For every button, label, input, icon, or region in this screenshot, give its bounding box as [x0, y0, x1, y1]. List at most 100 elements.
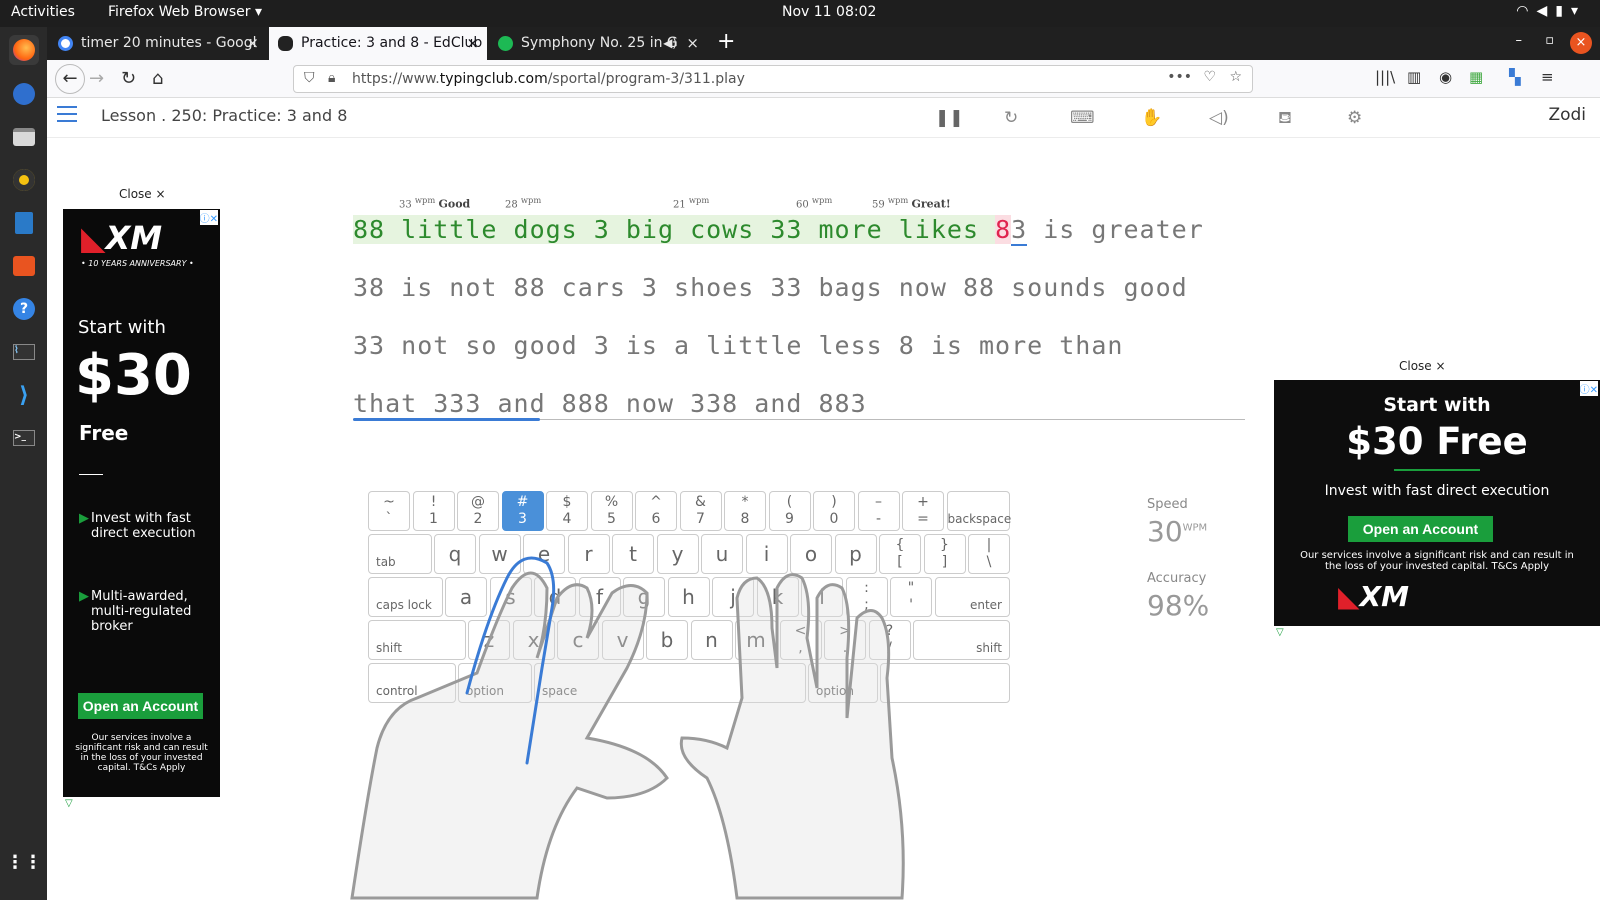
keyboard-icon[interactable]: ⌨: [1070, 108, 1095, 128]
key-blank: [880, 663, 1010, 703]
maximize-icon[interactable]: ▫: [1545, 33, 1554, 48]
key-x: x: [512, 620, 555, 660]
right-ad[interactable]: ⓘ✕ Start with $30 Free Invest with fast …: [1274, 380, 1600, 626]
menu-icon[interactable]: ≡: [1541, 68, 1554, 86]
bookmark-star-icon[interactable]: ☆: [1229, 69, 1242, 85]
account-icon[interactable]: ◉: [1439, 68, 1452, 86]
ad-close-button[interactable]: Close ×: [1399, 359, 1446, 373]
key-control: control: [368, 663, 456, 703]
software-icon[interactable]: [9, 251, 39, 281]
left-ad[interactable]: ⓘ✕ ◣XM • 10 YEARS ANNIVERSARY • Start wi…: [63, 209, 220, 797]
minimize-icon[interactable]: –: [1516, 33, 1523, 48]
writer-icon[interactable]: [9, 208, 39, 238]
ad-amount: $30: [75, 343, 192, 408]
ad-start-with: Start with: [78, 317, 166, 338]
clock[interactable]: Nov 11 08:02: [782, 4, 876, 20]
forward-icon[interactable]: →: [89, 68, 104, 89]
ad-amount: $30 Free: [1346, 420, 1528, 463]
ad-disclaimer: Our services involve a significant risk …: [75, 733, 208, 773]
url-bar[interactable]: ⛉ 🔒︎ https://www.typingclub.com/sportal/…: [293, 65, 1253, 93]
navigation-bar: ← → ↻ ⌂ ⛉ 🔒︎ https://www.typingclub.com/…: [47, 60, 1600, 98]
tab-timer[interactable]: timer 20 minutes - Googl ×: [49, 27, 267, 60]
url-path: /sportal/program-3/311.play: [547, 71, 745, 87]
key-m: m: [735, 620, 777, 660]
key-option-right: option: [808, 663, 878, 703]
back-icon[interactable]: ←: [55, 64, 85, 94]
remaining-text: is greater: [1027, 215, 1204, 244]
key-0: ) 0: [813, 491, 855, 531]
key-shift-right: shift: [913, 620, 1010, 660]
tab-title: Symphony No. 25 in G: [521, 35, 678, 51]
extension-icon[interactable]: ▦: [1469, 68, 1483, 86]
accuracy-value: 98%: [1147, 589, 1210, 622]
sidebar-icon[interactable]: ▥: [1407, 68, 1421, 86]
home-icon[interactable]: ⌂: [152, 68, 163, 89]
tab-spotify[interactable]: Symphony No. 25 in G ◀) ×: [489, 27, 707, 60]
key-o: o: [790, 534, 832, 574]
close-window-icon[interactable]: ×: [1570, 32, 1592, 54]
key-space: space: [534, 663, 806, 703]
key-k: k: [756, 577, 799, 617]
ad-info-icon[interactable]: ⓘ✕: [199, 210, 218, 225]
thunderbird-icon[interactable]: [9, 79, 39, 109]
rhythmbox-icon[interactable]: [9, 165, 39, 195]
activities-button[interactable]: Activities: [11, 4, 75, 20]
firefox-icon[interactable]: [9, 35, 39, 65]
terminal-icon[interactable]: >_: [9, 423, 39, 453]
key-1: ! 1: [412, 491, 455, 531]
paint-bucket-icon[interactable]: ⛾: [1278, 108, 1292, 130]
vscode-icon[interactable]: ⟩: [9, 380, 39, 410]
key-r: r: [567, 534, 610, 574]
open-account-button[interactable]: Open an Account: [78, 693, 203, 719]
key-tab: tab: [368, 534, 432, 574]
hamburger-menu-icon[interactable]: [57, 106, 77, 122]
app-menu[interactable]: Firefox Web Browser ▾: [108, 4, 262, 20]
user-name[interactable]: Zodi: [1548, 105, 1586, 125]
ad-divider: [1394, 469, 1480, 471]
ad-close-button[interactable]: Close ×: [119, 187, 166, 201]
settings-gear-icon[interactable]: ⚙: [1347, 108, 1362, 128]
key-2: @2: [457, 491, 499, 531]
url-prefix: https://www.: [352, 71, 440, 87]
system-monitor-icon[interactable]: ⌇: [9, 337, 39, 367]
restart-icon[interactable]: ↻: [1004, 108, 1018, 128]
tab-practice[interactable]: Practice: 3 and 8 - EdClub ×: [269, 27, 487, 60]
key-enter: enter: [934, 577, 1010, 617]
pocket-icon[interactable]: ♡: [1203, 69, 1216, 85]
key-t: t: [612, 534, 654, 574]
open-account-button[interactable]: Open an Account: [1348, 516, 1493, 542]
ad-disclaimer: Our services involve a significant risk …: [1300, 550, 1574, 572]
files-icon[interactable]: [9, 122, 39, 152]
speed-label: Speed: [1147, 497, 1188, 512]
key-v: v: [601, 620, 644, 660]
tab-title: Practice: 3 and 8 - EdClub: [301, 35, 483, 51]
key-`: ~ `: [368, 491, 410, 531]
wpm-marker: 60 wpm: [796, 195, 833, 211]
reload-icon[interactable]: ↻: [121, 68, 136, 89]
key-shift-left: shift: [368, 620, 466, 660]
ad-feedback-icon[interactable]: ▽: [1276, 627, 1284, 638]
volume-icon: ◀: [1536, 3, 1556, 19]
speaker-icon[interactable]: ◀): [663, 36, 677, 50]
error-char: 8: [995, 215, 1012, 244]
ad-start-with: Start with: [1383, 394, 1491, 416]
ad-subtitle: Invest with fast direct execution: [1324, 483, 1550, 499]
app-grid-icon[interactable]: ⋮⋮: [6, 847, 42, 877]
accuracy-label: Accuracy: [1147, 571, 1207, 586]
close-icon[interactable]: ×: [246, 34, 259, 52]
ad-feedback-icon[interactable]: ▽: [65, 798, 73, 809]
sound-icon[interactable]: ◁): [1209, 108, 1229, 128]
app-menu-label: Firefox Web Browser: [108, 4, 251, 20]
pause-icon[interactable]: ❚❚: [935, 108, 964, 128]
help-icon[interactable]: ?: [9, 294, 39, 324]
close-icon[interactable]: ×: [686, 34, 699, 52]
library-icon[interactable]: |||\: [1375, 68, 1395, 86]
close-icon[interactable]: ×: [466, 34, 479, 52]
chevron-down-icon: ▾: [1570, 3, 1586, 19]
page-actions-icon[interactable]: •••: [1167, 69, 1192, 85]
extensions-icon[interactable]: ▚: [1509, 68, 1521, 86]
hand-icon[interactable]: ✋: [1141, 108, 1162, 128]
key-a: a: [445, 577, 487, 617]
new-tab-button[interactable]: +: [717, 29, 735, 54]
system-tray[interactable]: ◠◀▮▾: [1516, 3, 1586, 19]
